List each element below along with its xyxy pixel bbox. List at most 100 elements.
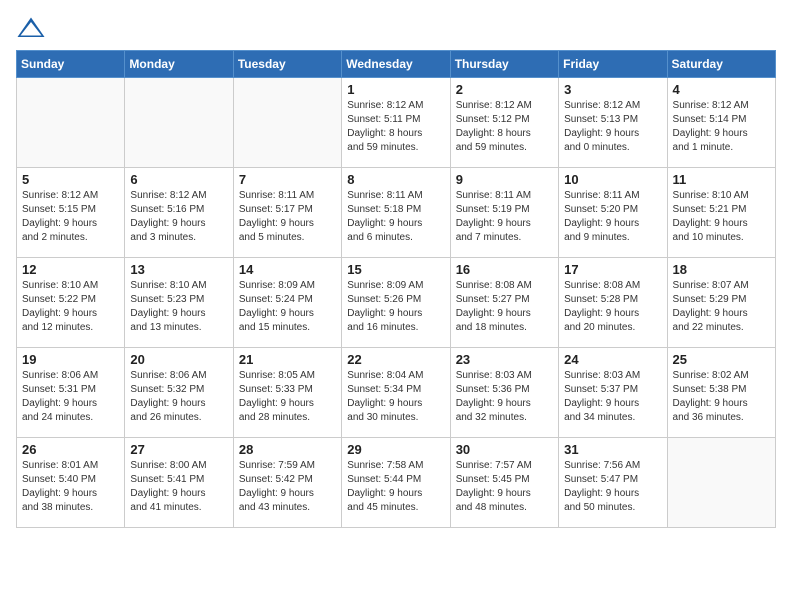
calendar-cell (233, 78, 341, 168)
day-info: Sunrise: 7:56 AMSunset: 5:47 PMDaylight:… (564, 459, 661, 515)
calendar-cell: 10 Sunrise: 8:11 AMSunset: 5:20 PMDayligh… (559, 168, 667, 258)
calendar-cell: 31 Sunrise: 7:56 AMSunset: 5:47 PMDayligh… (559, 438, 667, 528)
day-info: Sunrise: 8:12 AMSunset: 5:15 PMDaylight:… (22, 189, 119, 245)
day-number: 8 (347, 172, 444, 187)
day-info: Sunrise: 8:12 AMSunset: 5:14 PMDaylight:… (673, 99, 770, 155)
day-info: Sunrise: 8:11 AMSunset: 5:18 PMDaylight:… (347, 189, 444, 245)
day-info: Sunrise: 8:12 AMSunset: 5:16 PMDaylight:… (130, 189, 227, 245)
calendar-table: SundayMondayTuesdayWednesdayThursdayFrid… (16, 50, 776, 528)
day-info: Sunrise: 8:05 AMSunset: 5:33 PMDaylight:… (239, 369, 336, 425)
calendar-cell: 4 Sunrise: 8:12 AMSunset: 5:14 PMDaylight… (667, 78, 775, 168)
day-number: 26 (22, 442, 119, 457)
calendar-cell: 23 Sunrise: 8:03 AMSunset: 5:36 PMDayligh… (450, 348, 558, 438)
day-info: Sunrise: 8:11 AMSunset: 5:20 PMDaylight:… (564, 189, 661, 245)
day-number: 21 (239, 352, 336, 367)
calendar-cell (17, 78, 125, 168)
calendar-cell: 1 Sunrise: 8:12 AMSunset: 5:11 PMDaylight… (342, 78, 450, 168)
calendar-cell: 24 Sunrise: 8:03 AMSunset: 5:37 PMDayligh… (559, 348, 667, 438)
day-info: Sunrise: 8:06 AMSunset: 5:31 PMDaylight:… (22, 369, 119, 425)
day-number: 28 (239, 442, 336, 457)
calendar-cell: 16Sunrise: 8:08 AMSunset: 5:27 PMDayligh… (450, 258, 558, 348)
day-number: 30 (456, 442, 553, 457)
day-number: 3 (564, 82, 661, 97)
day-info: Sunrise: 8:08 AMSunset: 5:28 PMDaylight:… (564, 279, 661, 335)
day-info: Sunrise: 8:10 AMSunset: 5:23 PMDaylight:… (130, 279, 227, 335)
day-number: 2 (456, 82, 553, 97)
day-number: 6 (130, 172, 227, 187)
weekday-header-sunday: Sunday (17, 51, 125, 78)
day-number: 10 (564, 172, 661, 187)
weekday-header-saturday: Saturday (667, 51, 775, 78)
day-number: 14 (239, 262, 336, 277)
calendar-cell: 29 Sunrise: 7:58 AMSunset: 5:44 PMDayligh… (342, 438, 450, 528)
day-info: Sunrise: 8:12 AMSunset: 5:11 PMDaylight:… (347, 99, 444, 155)
day-info: Sunrise: 8:01 AMSunset: 5:40 PMDaylight:… (22, 459, 119, 515)
day-number: 9 (456, 172, 553, 187)
logo (16, 16, 50, 40)
calendar-cell: 18 Sunrise: 8:07 AMSunset: 5:29 PMDayligh… (667, 258, 775, 348)
day-info: Sunrise: 8:03 AMSunset: 5:36 PMDaylight:… (456, 369, 553, 425)
day-info: Sunrise: 8:09 AMSunset: 5:24 PMDaylight:… (239, 279, 336, 335)
weekday-header-monday: Monday (125, 51, 233, 78)
calendar-cell (125, 78, 233, 168)
logo-icon (16, 16, 46, 40)
day-number: 18 (673, 262, 770, 277)
day-number: 22 (347, 352, 444, 367)
calendar-cell: 30 Sunrise: 7:57 AMSunset: 5:45 PMDayligh… (450, 438, 558, 528)
calendar-cell (667, 438, 775, 528)
weekday-header-tuesday: Tuesday (233, 51, 341, 78)
day-number: 1 (347, 82, 444, 97)
calendar-cell: 21 Sunrise: 8:05 AMSunset: 5:33 PMDayligh… (233, 348, 341, 438)
day-number: 27 (130, 442, 227, 457)
day-number: 25 (673, 352, 770, 367)
weekday-header-wednesday: Wednesday (342, 51, 450, 78)
day-number: 19 (22, 352, 119, 367)
day-info: Sunrise: 8:10 AMSunset: 5:21 PMDaylight:… (673, 189, 770, 245)
day-info: Sunrise: 7:58 AMSunset: 5:44 PMDaylight:… (347, 459, 444, 515)
day-info: Sunrise: 8:00 AMSunset: 5:41 PMDaylight:… (130, 459, 227, 515)
day-number: 23 (456, 352, 553, 367)
day-info: Sunrise: 8:03 AMSunset: 5:37 PMDaylight:… (564, 369, 661, 425)
calendar-cell: 22 Sunrise: 8:04 AMSunset: 5:34 PMDayligh… (342, 348, 450, 438)
calendar-cell: 9 Sunrise: 8:11 AMSunset: 5:19 PMDaylight… (450, 168, 558, 258)
day-number: 16 (456, 262, 553, 277)
day-info: Sunrise: 8:12 AMSunset: 5:13 PMDaylight:… (564, 99, 661, 155)
day-number: 29 (347, 442, 444, 457)
day-number: 31 (564, 442, 661, 457)
weekday-header-friday: Friday (559, 51, 667, 78)
day-info: Sunrise: 8:12 AMSunset: 5:12 PMDaylight:… (456, 99, 553, 155)
day-number: 13 (130, 262, 227, 277)
calendar-cell: 5 Sunrise: 8:12 AMSunset: 5:15 PMDaylight… (17, 168, 125, 258)
page-header (16, 16, 776, 40)
day-info: Sunrise: 8:11 AMSunset: 5:19 PMDaylight:… (456, 189, 553, 245)
calendar-cell: 6 Sunrise: 8:12 AMSunset: 5:16 PMDaylight… (125, 168, 233, 258)
calendar-cell: 28 Sunrise: 7:59 AMSunset: 5:42 PMDayligh… (233, 438, 341, 528)
day-info: Sunrise: 7:57 AMSunset: 5:45 PMDaylight:… (456, 459, 553, 515)
day-number: 7 (239, 172, 336, 187)
calendar-cell: 7 Sunrise: 8:11 AMSunset: 5:17 PMDaylight… (233, 168, 341, 258)
calendar-cell: 3 Sunrise: 8:12 AMSunset: 5:13 PMDaylight… (559, 78, 667, 168)
day-number: 12 (22, 262, 119, 277)
calendar-cell: 13 Sunrise: 8:10 AMSunset: 5:23 PMDayligh… (125, 258, 233, 348)
day-number: 5 (22, 172, 119, 187)
day-info: Sunrise: 8:07 AMSunset: 5:29 PMDaylight:… (673, 279, 770, 335)
day-info: Sunrise: 8:06 AMSunset: 5:32 PMDaylight:… (130, 369, 227, 425)
day-number: 20 (130, 352, 227, 367)
day-number: 15 (347, 262, 444, 277)
day-info: Sunrise: 8:11 AMSunset: 5:17 PMDaylight:… (239, 189, 336, 245)
calendar-cell: 15 Sunrise: 8:09 AMSunset: 5:26 PMDayligh… (342, 258, 450, 348)
calendar-cell: 27 Sunrise: 8:00 AMSunset: 5:41 PMDayligh… (125, 438, 233, 528)
weekday-header-thursday: Thursday (450, 51, 558, 78)
day-info: Sunrise: 8:09 AMSunset: 5:26 PMDaylight:… (347, 279, 444, 335)
calendar-cell: 26 Sunrise: 8:01 AMSunset: 5:40 PMDayligh… (17, 438, 125, 528)
day-info: Sunrise: 7:59 AMSunset: 5:42 PMDaylight:… (239, 459, 336, 515)
day-number: 4 (673, 82, 770, 97)
day-info: Sunrise: 8:04 AMSunset: 5:34 PMDaylight:… (347, 369, 444, 425)
day-info: Sunrise: 8:02 AMSunset: 5:38 PMDaylight:… (673, 369, 770, 425)
calendar-cell: 12Sunrise: 8:10 AMSunset: 5:22 PMDayligh… (17, 258, 125, 348)
calendar-cell: 14 Sunrise: 8:09 AMSunset: 5:24 PMDayligh… (233, 258, 341, 348)
calendar-cell: 11Sunrise: 8:10 AMSunset: 5:21 PMDayligh… (667, 168, 775, 258)
day-number: 17 (564, 262, 661, 277)
calendar-cell: 20 Sunrise: 8:06 AMSunset: 5:32 PMDayligh… (125, 348, 233, 438)
day-number: 24 (564, 352, 661, 367)
